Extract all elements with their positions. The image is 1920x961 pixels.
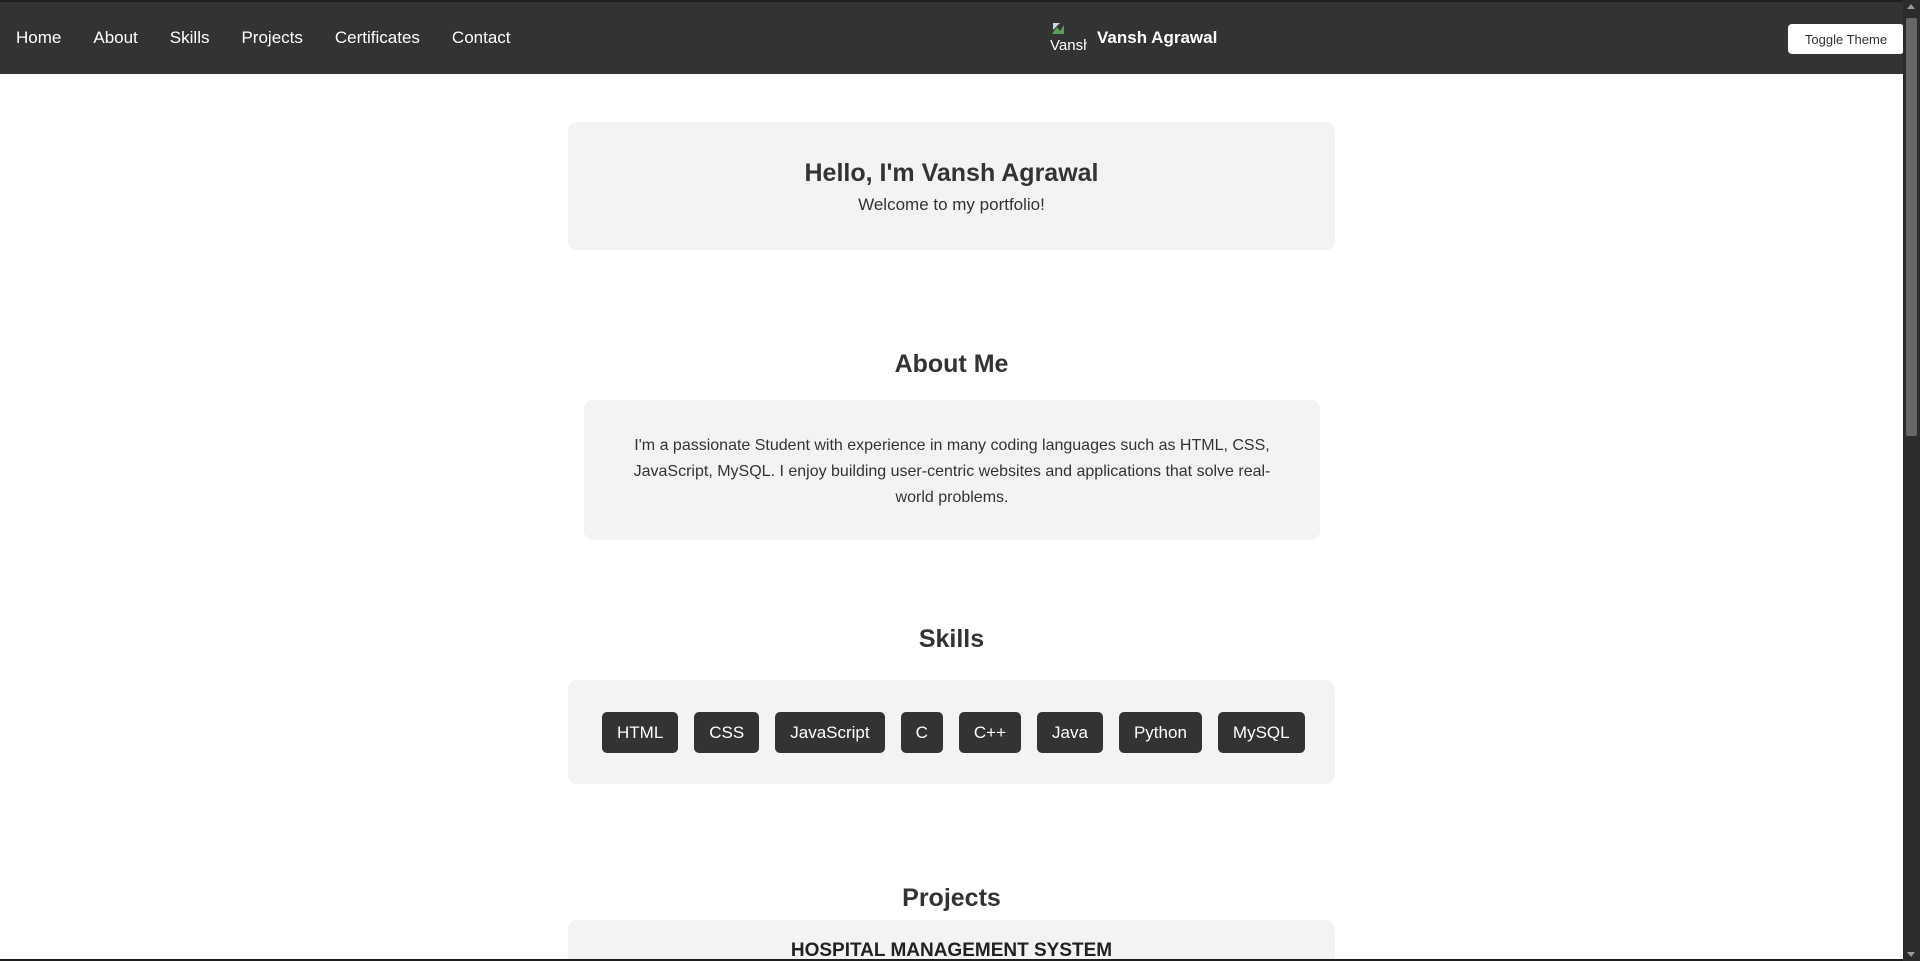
skill-chip-html: HTML — [602, 712, 679, 753]
about-title: About Me — [894, 350, 1009, 378]
nav-link-skills[interactable]: Skills — [170, 28, 210, 48]
about-card: I'm a passionate Student with experience… — [584, 400, 1320, 540]
toggle-theme-button[interactable]: Toggle Theme — [1788, 24, 1903, 54]
page-viewport: Home About Skills Projects Certificates … — [0, 0, 1903, 961]
brand-name: Vansh Agrawal — [1097, 28, 1218, 47]
skills-list: HTML CSS JavaScript C C++ Java Python My… — [602, 712, 1321, 753]
scrollbar-thumb[interactable] — [1906, 18, 1917, 436]
skill-chip-mysql: MySQL — [1217, 712, 1305, 753]
skill-chip-c: C — [900, 712, 943, 753]
scroll-down-icon[interactable] — [1907, 952, 1915, 957]
skill-chip-cpp: C++ — [958, 712, 1022, 753]
skill-chip-python: Python — [1118, 712, 1202, 753]
project-title: HOSPITAL MANAGEMENT SYSTEM — [790, 940, 1113, 961]
skills-title: Skills — [918, 625, 985, 653]
hero-card: Hello, I'm Vansh Agrawal Welcome to my p… — [568, 122, 1335, 250]
project-card: HOSPITAL MANAGEMENT SYSTEM — [568, 920, 1335, 961]
hero-subtitle: Welcome to my portfolio! — [858, 195, 1045, 214]
nav-link-projects[interactable]: Projects — [241, 28, 302, 48]
hero-title: Hello, I'm Vansh Agrawal — [804, 159, 1099, 187]
navbar: Home About Skills Projects Certificates … — [0, 2, 1903, 74]
brand[interactable]: Vansh Vansh Agrawal — [1049, 2, 1217, 74]
skill-chip-javascript: JavaScript — [775, 712, 885, 753]
broken-image-icon — [1052, 23, 1064, 34]
skills-card: HTML CSS JavaScript C C++ Java Python My… — [568, 680, 1335, 784]
logo-alt-text: Vansh — [1050, 37, 1087, 54]
projects-title: Projects — [902, 884, 1001, 912]
vertical-scrollbar[interactable] — [1903, 0, 1920, 961]
nav-link-certificates[interactable]: Certificates — [335, 28, 420, 48]
skill-chip-css: CSS — [694, 712, 760, 753]
nav-link-home[interactable]: Home — [16, 28, 61, 48]
skill-chip-java: Java — [1037, 712, 1103, 753]
profile-logo: Vansh — [1049, 19, 1087, 57]
nav-link-about[interactable]: About — [93, 28, 137, 48]
nav-link-contact[interactable]: Contact — [452, 28, 511, 48]
nav-links: Home About Skills Projects Certificates … — [16, 2, 543, 74]
scroll-up-icon[interactable] — [1907, 4, 1915, 9]
about-text: I'm a passionate Student with experience… — [633, 437, 1271, 506]
